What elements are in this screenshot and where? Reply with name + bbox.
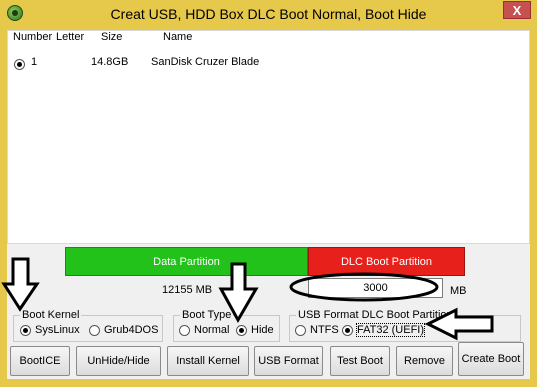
usb-format-group: USB Format DLC Boot Partition NTFS FAT32… <box>289 308 521 342</box>
normal-label: Normal <box>194 324 230 337</box>
ntfs-radio[interactable] <box>295 324 306 336</box>
normal-radio[interactable] <box>179 324 190 336</box>
column-header-size: Size <box>101 31 123 43</box>
title-bar[interactable]: Creat USB, HDD Box DLC Boot Normal, Boot… <box>0 0 537 30</box>
install-kernel-button[interactable]: Install Kernel <box>167 346 249 376</box>
unhide-hide-button[interactable]: UnHide/Hide <box>76 346 161 376</box>
column-header-letter: Letter <box>56 31 85 43</box>
dlc-size-unit: MB <box>450 285 467 297</box>
hide-label: Hide <box>251 324 274 337</box>
option-normal[interactable]: Normal <box>179 324 229 336</box>
option-fat32[interactable]: FAT32 (UEFI) <box>342 323 426 338</box>
option-grub4dos[interactable]: Grub4DOS <box>89 324 158 336</box>
option-ntfs[interactable]: NTFS <box>295 324 339 336</box>
drive-size: 14.8GB <box>91 56 129 68</box>
usb-format-title: USB Format DLC Boot Partition <box>296 308 455 322</box>
boot-kernel-group: Boot Kernel SysLinux Grub4DOS <box>13 308 163 342</box>
boot-type-group: Boot Type Normal Hide <box>173 308 280 342</box>
fat32-label: FAT32 (UEFI) <box>355 323 426 338</box>
test-boot-button[interactable]: Test Boot <box>330 346 390 376</box>
drive-name: SanDisk Cruzer Blade <box>151 56 260 68</box>
close-button[interactable]: X <box>503 1 531 19</box>
option-hide[interactable]: Hide <box>236 324 274 336</box>
remove-button[interactable]: Remove <box>396 346 453 376</box>
column-header-number: Number <box>13 31 53 43</box>
grub4dos-label: Grub4DOS <box>104 324 159 337</box>
app-window: Creat USB, HDD Box DLC Boot Normal, Boot… <box>0 0 537 387</box>
hide-radio[interactable] <box>236 324 247 336</box>
create-boot-button[interactable]: Create Boot <box>458 342 524 376</box>
drive-row-radio[interactable] <box>14 58 25 70</box>
app-logo-icon <box>7 5 23 21</box>
drive-number: 1 <box>31 56 38 68</box>
ntfs-label: NTFS <box>310 324 339 337</box>
dlc-partition-bar: DLC Boot Partition <box>308 247 465 276</box>
data-partition-size: 12155 MB <box>162 284 213 296</box>
dlc-size-input[interactable]: 3000 <box>308 278 443 298</box>
boot-kernel-title: Boot Kernel <box>20 308 82 322</box>
client-area: Number Letter Size Name 1 14.8GB SanDisk… <box>7 30 530 379</box>
boot-type-title: Boot Type <box>180 308 234 322</box>
syslinux-radio[interactable] <box>20 324 31 336</box>
window-title: Creat USB, HDD Box DLC Boot Normal, Boot… <box>110 6 427 22</box>
drive-list[interactable]: Number Letter Size Name 1 14.8GB SanDisk… <box>7 30 530 244</box>
fat32-radio[interactable] <box>342 324 353 336</box>
data-partition-bar: Data Partition <box>65 247 308 276</box>
column-header-name: Name <box>163 31 193 43</box>
bootice-button[interactable]: BootICE <box>10 346 70 376</box>
syslinux-label: SysLinux <box>35 324 80 337</box>
option-syslinux[interactable]: SysLinux <box>20 324 80 336</box>
usb-format-button[interactable]: USB Format <box>254 346 323 376</box>
grub4dos-radio[interactable] <box>89 324 100 336</box>
